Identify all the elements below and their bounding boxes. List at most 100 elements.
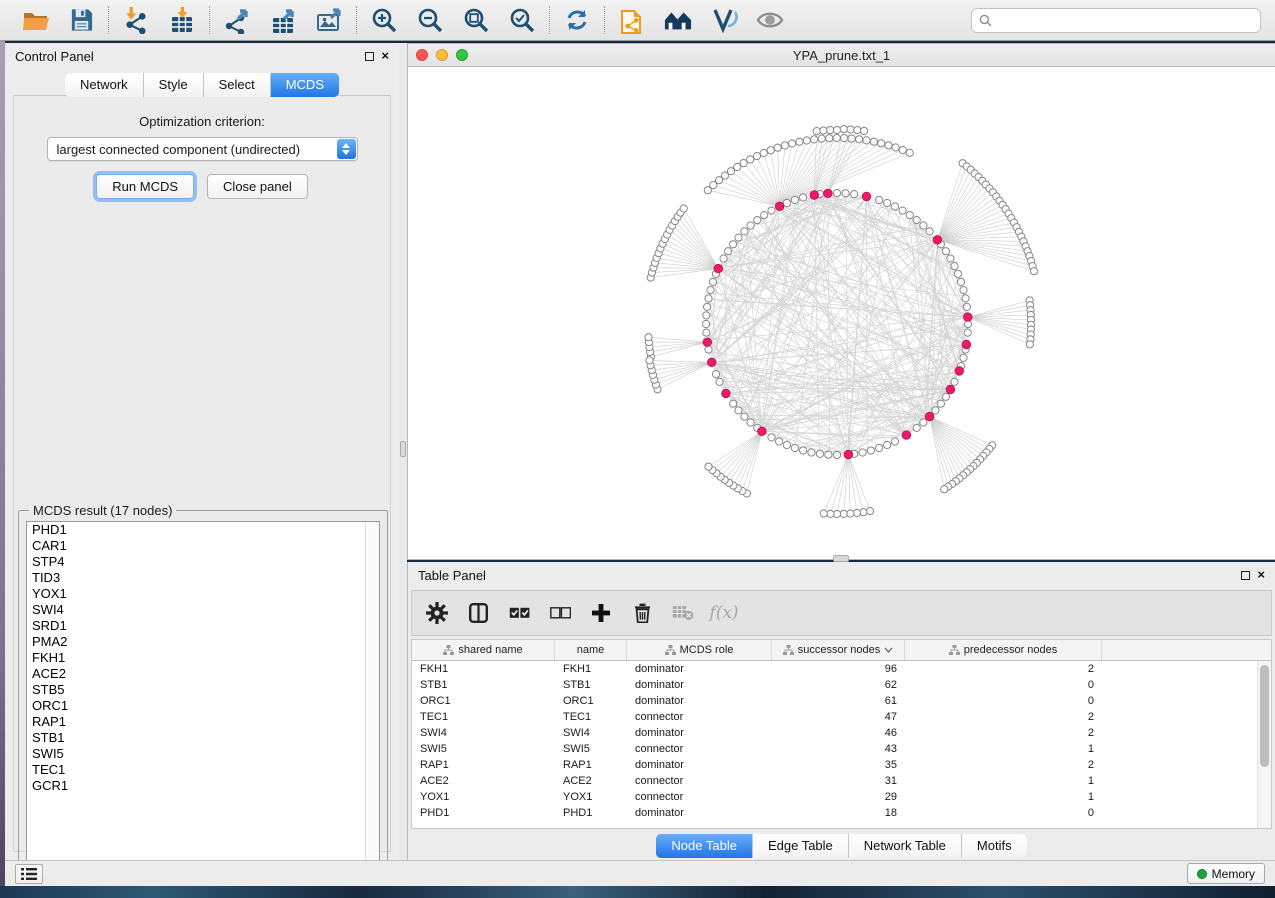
export-table-icon[interactable] (269, 6, 297, 34)
cell-mcds-role[interactable]: dominator (627, 759, 772, 771)
mcds-result-item[interactable]: SWI5 (27, 746, 379, 762)
zoom-fit-icon[interactable] (462, 6, 490, 34)
table-row[interactable]: FKH1FKH1dominator962 (412, 661, 1257, 677)
cell-successor-nodes[interactable]: 29 (772, 791, 905, 803)
cell-shared-name[interactable]: ORC1 (412, 695, 555, 707)
network-node[interactable] (942, 393, 949, 400)
network-node[interactable] (767, 147, 774, 154)
network-node[interactable] (645, 334, 652, 341)
network-node[interactable] (856, 136, 863, 143)
network-node[interactable] (833, 189, 840, 196)
network-node[interactable] (826, 135, 833, 142)
network-node[interactable] (761, 212, 768, 219)
table-row[interactable]: ACE2ACE2connector311 (412, 773, 1257, 789)
table-row[interactable]: ORC1ORC1dominator610 (412, 693, 1257, 709)
save-session-icon[interactable] (67, 6, 95, 34)
network-node[interactable] (920, 419, 927, 426)
cell-successor-nodes[interactable]: 31 (772, 775, 905, 787)
memory-button[interactable]: Memory (1187, 863, 1265, 884)
cell-name[interactable]: RAP1 (555, 759, 627, 771)
network-node[interactable] (951, 263, 958, 270)
network-node[interactable] (847, 126, 854, 133)
network-node[interactable] (705, 463, 712, 470)
network-node[interactable] (796, 138, 803, 145)
show-columns-icon[interactable] (467, 602, 489, 624)
zoom-in-icon[interactable] (370, 6, 398, 34)
network-node[interactable] (863, 137, 870, 144)
table-row[interactable]: YOX1YOX1connector291 (412, 789, 1257, 805)
network-node[interactable] (833, 134, 840, 141)
select-all-icon[interactable] (508, 602, 530, 624)
run-mcds-button[interactable]: Run MCDS (96, 174, 194, 199)
mcds-result-item[interactable]: GCR1 (27, 778, 379, 794)
network-node[interactable] (702, 320, 709, 327)
show-panels-menu-button[interactable] (15, 864, 43, 884)
network-node[interactable] (960, 354, 967, 361)
network-node[interactable] (747, 156, 754, 163)
search-input[interactable] (997, 13, 1253, 27)
mcds-result-item[interactable]: CAR1 (27, 538, 379, 554)
network-node[interactable] (816, 450, 823, 457)
network-node[interactable] (861, 127, 868, 134)
table-scrollbar[interactable] (1257, 661, 1271, 828)
network-node[interactable] (734, 163, 741, 170)
network-node[interactable] (781, 142, 788, 149)
mcds-result-item[interactable]: SRD1 (27, 618, 379, 634)
show-hide-icon[interactable] (756, 6, 784, 34)
mcds-hub-node[interactable] (714, 264, 723, 273)
network-window-titlebar[interactable]: YPA_prune.txt_1 (408, 44, 1275, 67)
tab-style[interactable]: Style (144, 73, 204, 97)
mcds-result-item[interactable]: ORC1 (27, 698, 379, 714)
optimization-criterion-select[interactable]: largest connected component (undirected) (47, 137, 358, 161)
network-node[interactable] (884, 199, 891, 206)
mcds-hub-node[interactable] (964, 313, 973, 322)
network-node[interactable] (870, 138, 877, 145)
mcds-result-item[interactable]: RAP1 (27, 714, 379, 730)
network-node[interactable] (963, 303, 970, 310)
mcds-result-item[interactable]: YOX1 (27, 586, 379, 602)
network-node[interactable] (951, 378, 958, 385)
network-node[interactable] (859, 449, 866, 456)
network-node[interactable] (783, 199, 790, 206)
network-node[interactable] (760, 149, 767, 156)
zoom-out-icon[interactable] (416, 6, 444, 34)
cell-name[interactable]: YOX1 (555, 791, 627, 803)
float-panel-button[interactable] (1241, 571, 1250, 580)
cell-mcds-role[interactable]: connector (627, 711, 772, 723)
network-node[interactable] (842, 190, 849, 197)
network-node[interactable] (960, 287, 967, 294)
mcds-result-item[interactable]: PMA2 (27, 634, 379, 650)
network-node[interactable] (789, 140, 796, 147)
vertical-splitter[interactable] (399, 43, 407, 860)
network-node[interactable] (833, 451, 840, 458)
mcds-hub-node[interactable] (902, 431, 911, 440)
network-node[interactable] (705, 346, 712, 353)
table-row[interactable]: SWI4SWI4dominator462 (412, 725, 1257, 741)
network-node[interactable] (791, 444, 798, 451)
settings-gear-icon[interactable] (426, 602, 448, 624)
cell-predecessor-nodes[interactable]: 0 (905, 807, 1102, 819)
network-node[interactable] (853, 509, 860, 516)
import-table-icon[interactable] (168, 6, 196, 34)
network-node[interactable] (735, 407, 742, 414)
cell-name[interactable]: SWI5 (555, 743, 627, 755)
network-node[interactable] (800, 447, 807, 454)
mcds-hub-node[interactable] (775, 202, 784, 211)
cell-shared-name[interactable]: TEC1 (412, 711, 555, 723)
tab-edge-table[interactable]: Edge Table (753, 834, 849, 858)
network-node[interactable] (825, 451, 832, 458)
refresh-layout-icon[interactable] (563, 6, 591, 34)
cell-mcds-role[interactable]: connector (627, 791, 772, 803)
mcds-hub-node[interactable] (722, 389, 731, 398)
export-image-icon[interactable] (315, 6, 343, 34)
table-row[interactable]: TEC1TEC1connector472 (412, 709, 1257, 725)
cell-predecessor-nodes[interactable]: 1 (905, 791, 1102, 803)
cell-predecessor-nodes[interactable]: 1 (905, 743, 1102, 755)
network-node[interactable] (885, 142, 892, 149)
network-canvas[interactable] (408, 67, 1275, 559)
network-node[interactable] (646, 357, 653, 364)
network-node[interactable] (820, 127, 827, 134)
cell-shared-name[interactable]: RAP1 (412, 759, 555, 771)
network-node[interactable] (841, 135, 848, 142)
network-node[interactable] (768, 207, 775, 214)
